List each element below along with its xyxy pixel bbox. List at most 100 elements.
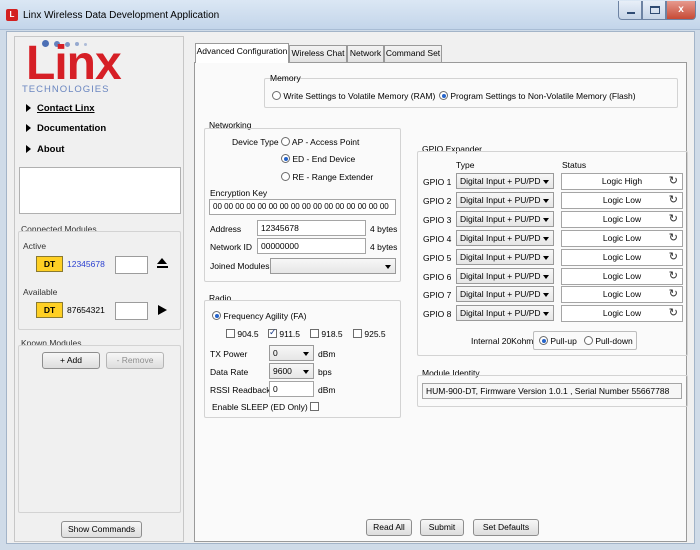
- refresh-icon[interactable]: ↻: [669, 270, 678, 283]
- device-type-ed[interactable]: ED - End Device: [281, 154, 355, 164]
- active-module-badge: DT: [36, 256, 63, 272]
- tx-power-unit: dBm: [318, 349, 336, 359]
- refresh-icon[interactable]: ↻: [669, 232, 678, 245]
- minimize-button[interactable]: [618, 1, 642, 20]
- tab-advanced-configuration[interactable]: Advanced Configuration: [195, 43, 289, 63]
- module-identity-value: HUM-900-DT, Firmware Version 1.0.1 , Ser…: [422, 383, 682, 399]
- remove-module-button[interactable]: - Remove: [106, 352, 164, 369]
- internal-pull-label: Internal 20Kohm: [471, 336, 534, 346]
- radio-pull-down[interactable]: [584, 336, 593, 345]
- nav-documentation[interactable]: Documentation: [26, 123, 106, 134]
- maximize-icon: [650, 6, 660, 14]
- nav-contact-linx[interactable]: Contact Linx: [26, 103, 95, 114]
- tx-power-dropdown[interactable]: 0: [269, 345, 314, 361]
- pull-up-option[interactable]: Pull-up: [539, 336, 577, 346]
- tab-wireless-chat[interactable]: Wireless Chat: [289, 45, 347, 62]
- expand-arrow-icon: [26, 104, 31, 112]
- app-icon: L: [6, 9, 18, 21]
- data-rate-dropdown[interactable]: 9600: [269, 363, 314, 379]
- gpio-name: GPIO 4: [423, 234, 452, 244]
- gpio-type-dropdown[interactable]: Digital Input + PU/PD: [456, 192, 554, 208]
- gpio-type-dropdown[interactable]: Digital Input + PU/PD: [456, 211, 554, 227]
- radio-ap[interactable]: [281, 137, 290, 146]
- network-id-input[interactable]: 00000000: [257, 238, 366, 254]
- freq-904-5[interactable]: 904.5: [226, 329, 259, 339]
- gpio-type-dropdown[interactable]: Digital Input + PU/PD: [456, 249, 554, 265]
- gpio-name: GPIO 6: [423, 272, 452, 282]
- radio-frequency-agility[interactable]: [212, 311, 221, 320]
- refresh-icon[interactable]: ↻: [669, 307, 678, 320]
- address-input[interactable]: 12345678: [257, 220, 366, 236]
- freq-911-5[interactable]: 911.5: [268, 327, 300, 339]
- refresh-icon[interactable]: ↻: [669, 213, 678, 226]
- chevron-down-icon: [543, 256, 549, 260]
- set-defaults-button[interactable]: Set Defaults: [473, 519, 539, 536]
- checkbox-enable-sleep[interactable]: [310, 402, 320, 411]
- tab-command-set[interactable]: Command Set: [384, 45, 442, 62]
- chevron-down-icon: [543, 275, 549, 279]
- freq-925-5[interactable]: 925.5: [353, 329, 386, 339]
- gpio-type-dropdown[interactable]: Digital Input + PU/PD: [456, 268, 554, 284]
- data-rate-label: Data Rate: [210, 367, 249, 377]
- available-module-box[interactable]: [115, 302, 148, 320]
- enable-sleep-option[interactable]: Enable SLEEP (ED Only): [212, 402, 320, 412]
- refresh-icon[interactable]: ↻: [669, 175, 678, 188]
- gpio-type-dropdown[interactable]: Digital Input + PU/PD: [456, 286, 554, 302]
- radio-ram[interactable]: [272, 91, 281, 100]
- gpio-name: GPIO 5: [423, 253, 452, 263]
- gpio-name: GPIO 7: [423, 290, 452, 300]
- device-type-re[interactable]: RE - Range Extender: [281, 172, 373, 182]
- joined-modules-dropdown[interactable]: [270, 258, 396, 274]
- checkbox-918-5[interactable]: [310, 329, 319, 338]
- checkbox-904-5[interactable]: [226, 329, 235, 338]
- gpio-type-dropdown[interactable]: Digital Input + PU/PD: [456, 305, 554, 321]
- gpio-col-type: Type: [456, 160, 475, 170]
- tab-network[interactable]: Network: [347, 45, 384, 62]
- refresh-icon[interactable]: ↻: [669, 194, 678, 207]
- address-unit: 4 bytes: [370, 224, 398, 234]
- nav-about[interactable]: About: [26, 144, 64, 155]
- message-box[interactable]: [19, 167, 181, 214]
- encryption-key-input[interactable]: 00 00 00 00 00 00 00 00 00 00 00 00 00 0…: [209, 199, 396, 215]
- add-module-button[interactable]: + Add: [42, 352, 100, 369]
- rssi-readback-label: RSSI Readback: [210, 385, 271, 395]
- active-module-id[interactable]: 12345678: [67, 259, 105, 269]
- checkbox-925-5[interactable]: [353, 329, 362, 338]
- refresh-icon[interactable]: ↻: [669, 251, 678, 264]
- connect-arrow-icon[interactable]: [158, 305, 167, 315]
- window-title: Linx Wireless Data Development Applicati…: [23, 10, 220, 21]
- logo-subtitle: TECHNOLOGIES: [22, 84, 110, 95]
- pull-down-option[interactable]: Pull-down: [584, 336, 633, 346]
- rssi-readback-unit: dBm: [318, 385, 336, 395]
- freq-918-5[interactable]: 918.5: [310, 329, 343, 339]
- eject-icon[interactable]: [157, 258, 168, 269]
- radio-ed[interactable]: [281, 154, 290, 163]
- chevron-down-icon: [543, 218, 549, 222]
- available-label: Available: [23, 287, 58, 297]
- read-all-button[interactable]: Read All: [366, 519, 412, 536]
- device-type-ap[interactable]: AP - Access Point: [281, 137, 359, 147]
- radio-re[interactable]: [281, 172, 290, 181]
- frequency-agility-option[interactable]: Frequency Agility (FA): [212, 311, 307, 321]
- submit-button[interactable]: Submit: [420, 519, 464, 536]
- radio-flash[interactable]: [439, 91, 448, 100]
- memory-flash-option[interactable]: Program Settings to Non-Volatile Memory …: [439, 91, 636, 101]
- known-modules-group: [18, 345, 181, 513]
- close-button[interactable]: x: [666, 1, 696, 20]
- memory-ram-option[interactable]: Write Settings to Volatile Memory (RAM): [272, 91, 435, 101]
- active-module-box[interactable]: [115, 256, 148, 274]
- address-label: Address: [210, 224, 242, 234]
- gpio-type-dropdown[interactable]: Digital Input + PU/PD: [456, 230, 554, 246]
- device-type-label: Device Type: [232, 137, 279, 147]
- gpio-status: Logic Low ↻: [561, 230, 683, 247]
- available-module-id[interactable]: 87654321: [67, 305, 105, 315]
- show-commands-button[interactable]: Show Commands: [61, 521, 142, 538]
- maximize-button[interactable]: [642, 1, 666, 20]
- chevron-down-icon: [303, 370, 309, 374]
- joined-modules-label: Joined Modules: [210, 261, 270, 271]
- radio-pull-up[interactable]: [539, 336, 548, 345]
- checkbox-911-5[interactable]: [268, 327, 277, 338]
- gpio-col-status: Status: [562, 160, 587, 170]
- gpio-type-dropdown[interactable]: Digital Input + PU/PD: [456, 173, 554, 189]
- refresh-icon[interactable]: ↻: [669, 288, 678, 301]
